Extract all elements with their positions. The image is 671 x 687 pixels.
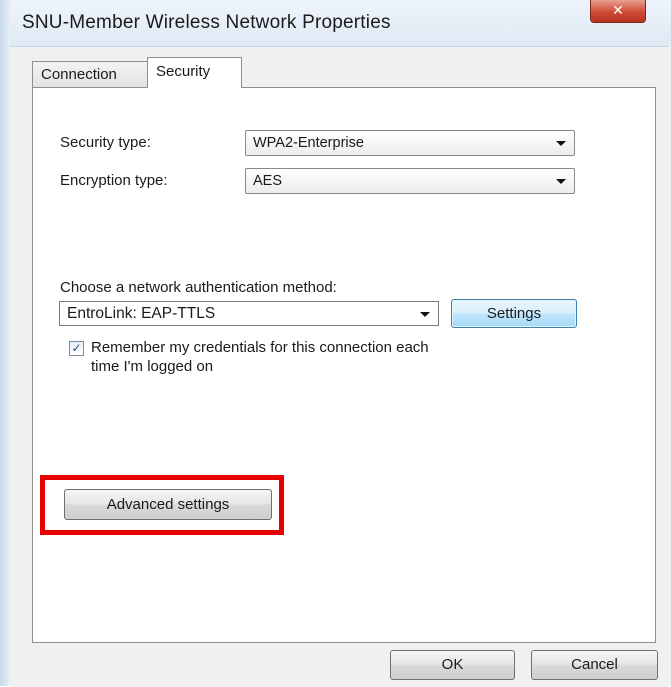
tab-security[interactable]: Security <box>147 57 242 88</box>
security-type-dropdown[interactable]: WPA2-Enterprise <box>245 130 575 156</box>
settings-button[interactable]: Settings <box>451 299 577 328</box>
ok-button-label: OK <box>441 656 464 673</box>
remember-credentials-label-line2: time I'm logged on <box>91 358 214 375</box>
properties-dialog: SNU-Member Wireless Network Properties ✕… <box>0 0 671 687</box>
checkmark-icon: ✓ <box>71 341 82 355</box>
remember-credentials-checkbox[interactable]: ✓ <box>69 341 84 356</box>
window-frame-left <box>0 0 10 686</box>
encryption-type-value: AES <box>253 173 283 189</box>
chevron-down-icon <box>556 179 566 184</box>
highlight-annotation-box <box>40 475 284 535</box>
auth-method-dropdown[interactable]: EntroLink: EAP-TTLS <box>59 301 439 326</box>
security-tab-panel: Security type: WPA2-Enterprise Encryptio… <box>32 87 656 643</box>
cancel-button-label: Cancel <box>571 656 618 673</box>
settings-button-label: Settings <box>486 305 542 322</box>
tab-security-label: Security <box>156 63 211 80</box>
chevron-down-icon <box>556 141 566 146</box>
tab-connection[interactable]: Connection <box>32 61 148 87</box>
cancel-button[interactable]: Cancel <box>531 650 658 680</box>
chevron-down-icon <box>420 312 430 317</box>
remember-credentials-label-line1: Remember my credentials for this connect… <box>91 339 429 356</box>
ok-button[interactable]: OK <box>390 650 515 680</box>
close-icon: ✕ <box>612 2 624 18</box>
encryption-type-dropdown[interactable]: AES <box>245 168 575 194</box>
auth-method-value: EntroLink: EAP-TTLS <box>67 305 216 322</box>
auth-method-label: Choose a network authentication method: <box>60 279 337 296</box>
window-title: SNU-Member Wireless Network Properties <box>22 12 391 33</box>
encryption-type-label: Encryption type: <box>60 172 168 189</box>
security-type-value: WPA2-Enterprise <box>253 135 364 151</box>
close-button[interactable]: ✕ <box>590 0 646 23</box>
dialog-client-area: Connection Security Security type: WPA2-… <box>10 46 668 687</box>
title-bar[interactable]: SNU-Member Wireless Network Properties <box>10 0 671 46</box>
tab-connection-label: Connection <box>41 66 117 83</box>
security-type-label: Security type: <box>60 134 151 151</box>
